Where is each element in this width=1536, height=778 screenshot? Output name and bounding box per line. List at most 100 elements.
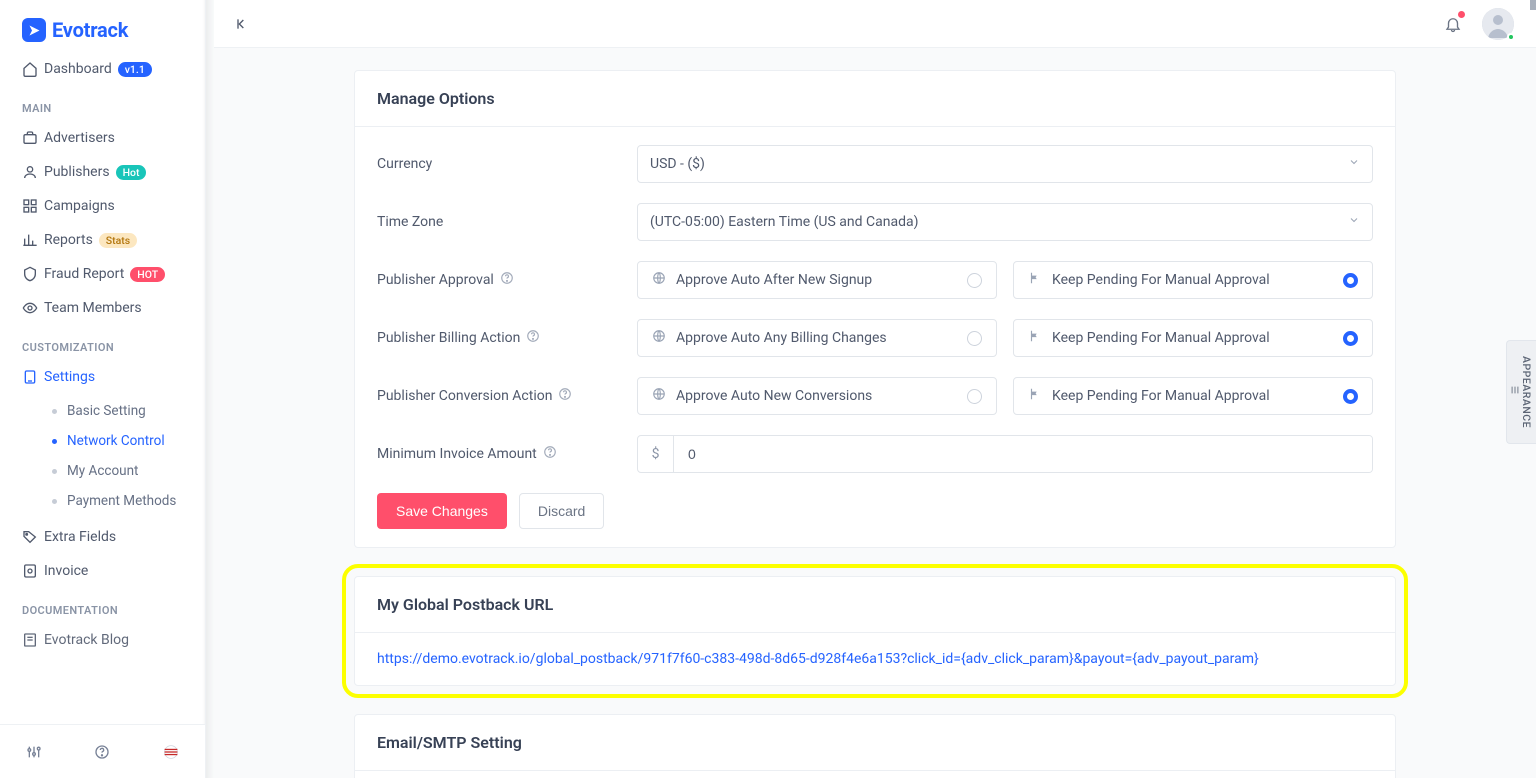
sidebar-item-advertisers[interactable]: Advertisers: [0, 121, 205, 155]
sidebar-item-blog[interactable]: Evotrack Blog: [0, 623, 205, 657]
sidebar-item-label: Invoice: [44, 563, 191, 579]
app-logo[interactable]: Evotrack: [0, 0, 205, 52]
shield-icon: [22, 266, 44, 282]
eye-icon: [22, 300, 44, 316]
sidebar-item-label: Fraud Report: [44, 266, 124, 282]
globe-icon: [652, 329, 666, 347]
radio-approve-auto-billing[interactable]: Approve Auto Any Billing Changes: [637, 319, 997, 357]
radio-indicator: [967, 389, 982, 404]
sub-payment-methods[interactable]: Payment Methods: [42, 486, 205, 516]
online-status-dot: [1507, 33, 1515, 41]
help-icon[interactable]: [526, 329, 540, 347]
sidebar-item-label: Extra Fields: [44, 529, 179, 545]
user-circle-icon: [22, 164, 44, 180]
smtp-card: Email/SMTP Setting You currently don't h…: [354, 714, 1396, 778]
section-label-customization: CUSTOMIZATION: [0, 325, 205, 360]
settings-submenu: Basic Setting Network Control My Account…: [0, 394, 205, 520]
sidebar-item-publishers[interactable]: PublishersHot: [0, 155, 205, 189]
currency-value: USD - ($): [650, 156, 705, 172]
sidebar-footer: [0, 724, 205, 778]
sidebar-item-team[interactable]: Team Members: [0, 291, 205, 325]
briefcase-icon: [22, 130, 44, 146]
sidebar-item-invoice[interactable]: Invoice: [0, 554, 205, 588]
sidebar-item-fraud[interactable]: Fraud Report HOT: [0, 257, 205, 291]
notifications-button[interactable]: [1438, 9, 1468, 39]
radio-approve-auto-conversions[interactable]: Approve Auto New Conversions: [637, 377, 997, 415]
sidebar-item-campaigns[interactable]: Campaigns: [0, 189, 205, 223]
min-invoice-label: Minimum Invoice Amount: [377, 446, 537, 462]
dashboard-version-badge: v1.1: [118, 62, 152, 77]
publishers-hot-badge: Hot: [116, 165, 147, 180]
currency-select[interactable]: USD - ($): [637, 145, 1373, 183]
sidebar-item-label: Team Members: [44, 300, 191, 316]
sidebar-item-reports[interactable]: Reports Stats: [0, 223, 205, 257]
sidebar: Evotrack Dashboardv1.1 MAIN Advertisers …: [0, 0, 206, 778]
chevron-down-icon: [1348, 156, 1360, 172]
language-flag-icon[interactable]: [163, 744, 179, 760]
help-icon[interactable]: [500, 271, 514, 289]
sub-item-label: Payment Methods: [67, 493, 176, 509]
radio-label: Keep Pending For Manual Approval: [1052, 388, 1333, 404]
min-invoice-input[interactable]: [674, 436, 1372, 472]
discard-button[interactable]: Discard: [519, 493, 604, 529]
radio-indicator: [1343, 273, 1358, 288]
flag-icon: [1028, 387, 1042, 405]
tablet-icon: [22, 369, 44, 385]
radio-label: Keep Pending For Manual Approval: [1052, 330, 1333, 346]
currency-prefix: $: [638, 436, 674, 472]
reports-stats-badge: Stats: [99, 233, 137, 248]
topbar: [214, 0, 1536, 48]
radio-pending-manual-conversions[interactable]: Keep Pending For Manual Approval: [1013, 377, 1373, 415]
publisher-billing-label: Publisher Billing Action: [377, 330, 520, 346]
postback-url-card: My Global Postback URL https://demo.evot…: [354, 576, 1396, 686]
timezone-label: Time Zone: [377, 214, 637, 230]
sidebar-item-label: Advertisers: [44, 130, 179, 146]
receipt-icon: [22, 563, 44, 579]
appearance-label: APPEARANCE: [1520, 356, 1533, 428]
user-menu-button[interactable]: [1482, 8, 1514, 40]
sidebar-item-label: Settings: [44, 369, 179, 385]
globe-icon: [652, 271, 666, 289]
help-icon[interactable]: [94, 744, 110, 760]
radio-indicator: [1343, 389, 1358, 404]
radio-pending-manual-billing[interactable]: Keep Pending For Manual Approval: [1013, 319, 1373, 357]
section-label-main: MAIN: [0, 86, 205, 121]
sub-item-label: Basic Setting: [67, 403, 146, 419]
help-icon[interactable]: [558, 387, 572, 405]
chevron-down-icon: [179, 232, 191, 248]
postback-url-text[interactable]: https://demo.evotrack.io/global_postback…: [377, 651, 1373, 667]
manage-options-card: Manage Options Currency USD - ($) Time Z…: [354, 70, 1396, 548]
sidebar-item-label: Reports: [44, 232, 93, 248]
save-button[interactable]: Save Changes: [377, 493, 507, 529]
sub-network-control[interactable]: Network Control: [42, 426, 205, 456]
tag-icon: [22, 529, 44, 545]
radio-pending-manual-approval[interactable]: Keep Pending For Manual Approval: [1013, 261, 1373, 299]
sub-my-account[interactable]: My Account: [42, 456, 205, 486]
grid-icon: [22, 198, 44, 214]
fraud-hot-badge: HOT: [130, 267, 165, 282]
sub-item-label: Network Control: [67, 433, 165, 449]
chevron-down-icon: [179, 164, 191, 180]
timezone-select[interactable]: (UTC-05:00) Eastern Time (US and Canada): [637, 203, 1373, 241]
sidebar-item-dashboard[interactable]: Dashboardv1.1: [0, 52, 205, 86]
chevron-down-icon: [1348, 214, 1360, 230]
content-scroll[interactable]: Manage Options Currency USD - ($) Time Z…: [214, 48, 1536, 778]
window-scroll-indicator: [1530, 0, 1536, 10]
collapse-sidebar-button[interactable]: [228, 10, 256, 38]
appearance-side-tab[interactable]: APPEARANCE: [1506, 340, 1536, 444]
publisher-conversion-label: Publisher Conversion Action: [377, 388, 552, 404]
help-icon[interactable]: [543, 445, 557, 463]
radio-approve-auto-signup[interactable]: Approve Auto After New Signup: [637, 261, 997, 299]
home-icon: [22, 61, 44, 77]
radio-label: Approve Auto After New Signup: [676, 272, 957, 288]
sidebar-item-extra-fields[interactable]: Extra Fields: [0, 520, 205, 554]
chevron-down-icon: [179, 266, 191, 282]
chevron-down-icon: [179, 198, 191, 214]
sidebar-item-label: Campaigns: [44, 198, 179, 214]
card-title: My Global Postback URL: [377, 595, 1373, 614]
sidebar-item-settings[interactable]: Settings: [0, 360, 205, 394]
logo-text: Evotrack: [52, 18, 128, 42]
sub-basic-setting[interactable]: Basic Setting: [42, 396, 205, 426]
chevron-up-icon: [179, 369, 191, 385]
settings-sliders-icon[interactable]: [26, 744, 42, 760]
